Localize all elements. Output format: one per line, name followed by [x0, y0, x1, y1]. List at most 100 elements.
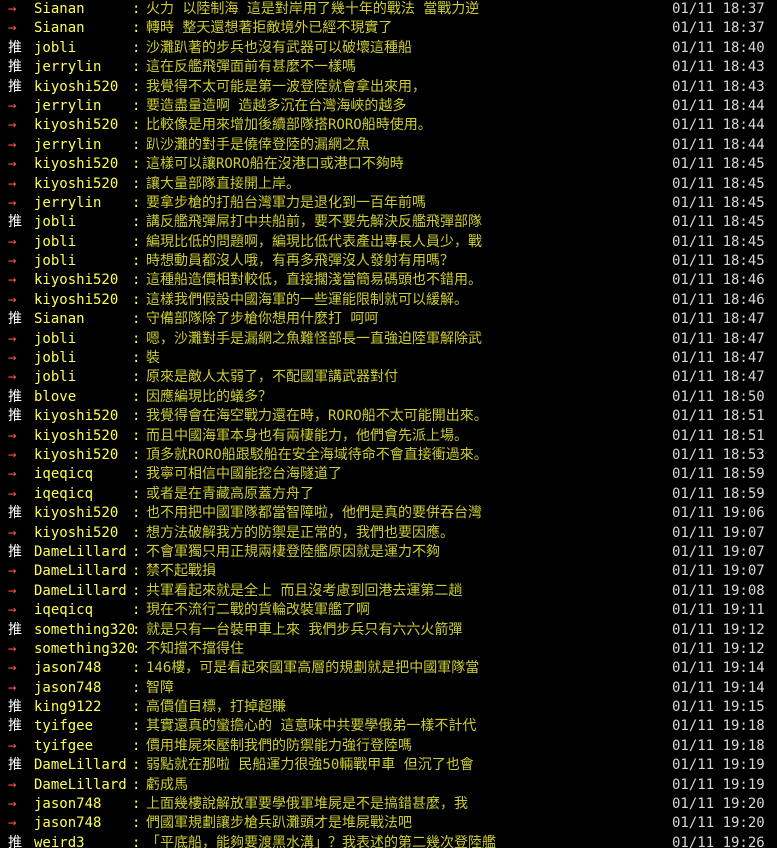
push-tag: 推: [8, 78, 22, 95]
comment-separator: :: [132, 640, 141, 657]
comment-user: something320: [34, 640, 134, 657]
comment-separator: :: [132, 369, 141, 386]
comment-text: 智障: [146, 679, 174, 696]
comment-separator: :: [132, 311, 141, 328]
comment-row: → DameLillard: 共軍看起來就是全上 而且沒考慮到回港去運第二趟 01/1…: [0, 582, 777, 601]
comment-row: → jobli: 裝 01/11 18:47: [0, 349, 777, 368]
comment-row: 推 Sianan: 守備部隊除了步槍你想用什麼打 呵呵 01/11 18:47: [0, 310, 777, 329]
comment-user: kiyoshi520: [34, 427, 119, 444]
comment-text: 要拿步槍的打船台灣軍力是退化到一百年前嗎: [146, 194, 426, 211]
comment-row: → something320: 不知擋不擋得住 01/11 19:12: [0, 640, 777, 659]
comment-row: → jobli: 原來是敵人太弱了，不配國軍講武器對付 01/11 18:47: [0, 368, 777, 387]
comment-user: iqeqicq: [34, 602, 94, 619]
comment-time: 01/11 19:14: [672, 679, 765, 696]
comment-user: jerrylin: [34, 194, 102, 211]
comment-time: 01/11 18:51: [672, 408, 765, 425]
comment-user: tyifgee: [34, 718, 94, 735]
comment-row: → iqeqicq: 或者是在青藏高原蓋方舟了 01/11 18:59: [0, 485, 777, 504]
arrow-tag: →: [8, 330, 17, 347]
comment-time: 01/11 18:44: [672, 117, 765, 134]
comment-time: 01/11 19:15: [672, 699, 765, 716]
comment-text: 146樓，可是看起來國軍高層的規劃就是把中國軍隊當: [146, 660, 480, 677]
comment-user: DameLillard: [34, 582, 127, 599]
comment-separator: :: [132, 136, 141, 153]
arrow-tag: →: [8, 253, 17, 270]
arrow-tag: →: [8, 582, 17, 599]
comment-time: 01/11 18:47: [672, 330, 765, 347]
comment-user: kiyoshi520: [34, 78, 119, 95]
push-tag: 推: [8, 214, 22, 231]
comment-text: 不知擋不擋得住: [146, 640, 244, 657]
comment-separator: :: [132, 621, 141, 638]
comment-time: 01/11 19:12: [672, 621, 765, 638]
comment-row: → jerrylin: 趴沙灘的對手是僥倖登陸的漏網之魚 01/11 18:44: [0, 136, 777, 155]
comment-separator: :: [132, 388, 141, 405]
comment-row: → jason748: 上面幾樓說解放軍要學俄軍堆屍是不是搞錯甚麼，我 01/11 1…: [0, 795, 777, 814]
comment-text: 想方法破解我方的防禦是正常的，我們也要因應。: [146, 524, 454, 541]
comment-row: → DameLillard: 虧成馬 01/11 19:19: [0, 776, 777, 795]
comment-time: 01/11 18:50: [672, 388, 765, 405]
comment-separator: :: [132, 776, 141, 793]
comment-row: → DameLillard: 禁不起戰損 01/11 19:07: [0, 562, 777, 581]
comment-row: 推 kiyoshi520: 我覺得不太可能是第一波登陸就會拿出來用， 01/11 18…: [0, 78, 777, 97]
comment-separator: :: [132, 97, 141, 114]
comment-user: iqeqicq: [34, 466, 94, 483]
comment-time: 01/11 18:44: [672, 97, 765, 114]
comment-row: → jerrylin: 要造盡量造啊 造越多沉在台灣海峽的越多 01/11 18:44: [0, 97, 777, 116]
comment-text: 這樣我們假設中國海軍的一些運能限制就可以緩解。: [146, 291, 468, 308]
comment-text: 這種船造價相對較低，直接擱淺當簡易碼頭也不錯用。: [146, 272, 482, 289]
comment-text: 編現比低的問題啊，編現比低代表產出專長人員少，戰: [146, 233, 482, 250]
comment-user: jobli: [34, 350, 77, 367]
arrow-tag: →: [8, 446, 17, 463]
arrow-tag: →: [8, 776, 17, 793]
comment-separator: :: [132, 39, 141, 56]
comment-time: 01/11 18:46: [672, 291, 765, 308]
comment-text: 比較像是用來增加後續部隊搭RORO船時使用。: [146, 117, 432, 134]
push-tag: 推: [8, 59, 22, 76]
comment-user: DameLillard: [34, 757, 127, 774]
arrow-tag: →: [8, 175, 17, 192]
comment-text: 嗯，沙灘對手是漏網之魚難怪部長一直強迫陸軍解除武: [146, 330, 482, 347]
comment-separator: :: [132, 485, 141, 502]
comment-text: 就是只有一台裝甲車上來 我們步兵只有六六火箭彈: [146, 621, 463, 638]
comment-separator: :: [132, 253, 141, 270]
comment-user: jobli: [34, 330, 77, 347]
comment-separator: :: [132, 272, 141, 289]
arrow-tag: →: [8, 466, 17, 483]
comment-time: 01/11 18:45: [672, 253, 765, 270]
comment-separator: :: [132, 20, 141, 37]
comment-user: DameLillard: [34, 543, 127, 560]
comment-time: 01/11 18:43: [672, 78, 765, 95]
comment-user: blove: [34, 388, 77, 405]
comment-text: 要造盡量造啊 造越多沉在台灣海峽的越多: [146, 97, 407, 114]
push-tag: 推: [8, 699, 22, 716]
comment-user: kiyoshi520: [34, 505, 119, 522]
comment-separator: :: [132, 1, 141, 17]
comment-time: 01/11 19:11: [672, 602, 765, 619]
comment-row: → kiyoshi520: 這樣我們假設中國海軍的一些運能限制就可以緩解。 01/11…: [0, 291, 777, 310]
comment-row: → kiyoshi520: 讓大量部隊直接開上岸。 01/11 18:45: [0, 175, 777, 194]
comment-row: → kiyoshi520: 而且中國海軍本身也有兩棲能力，他們會先派上場。 01/11…: [0, 427, 777, 446]
comment-row: → jobli: 編現比低的問題啊，編現比低代表產出專長人員少，戰 01/11 18:…: [0, 233, 777, 252]
comment-text: 或者是在青藏高原蓋方舟了: [146, 485, 314, 502]
comment-user: kiyoshi520: [34, 524, 119, 541]
comment-user: kiyoshi520: [34, 408, 119, 425]
push-tag: 推: [8, 39, 22, 56]
comment-row: 推 king9122: 高價值目標，打掉超賺 01/11 19:15: [0, 698, 777, 717]
arrow-tag: →: [8, 563, 17, 580]
comment-row: 推 jobli: 講反艦飛彈屌打中共船前，要不要先解決反艦飛彈部隊 01/11 18:…: [0, 213, 777, 232]
comment-user: Sianan: [34, 311, 85, 328]
arrow-tag: →: [8, 291, 17, 308]
comment-time: 01/11 19:18: [672, 737, 765, 754]
arrow-tag: →: [8, 97, 17, 114]
comment-text: 守備部隊除了步槍你想用什麼打 呵呵: [146, 311, 379, 328]
comment-text: 而且中國海軍本身也有兩棲能力，他們會先派上場。: [146, 427, 468, 444]
comment-text: 趴沙灘的對手是僥倖登陸的漏網之魚: [146, 136, 370, 153]
comment-row: 推 kiyoshi520: 我覺得會在海空戰力還在時，RORO船不太可能開出來。 01…: [0, 407, 777, 426]
comment-time: 01/11 18:45: [672, 233, 765, 250]
comment-text: 也不用把中國軍隊都當智障啦，他們是真的要併吞台灣: [146, 505, 482, 522]
comment-user: kiyoshi520: [34, 117, 119, 134]
comment-separator: :: [132, 563, 141, 580]
comment-text: 虧成馬: [146, 776, 188, 793]
comment-time: 01/11 19:06: [672, 505, 765, 522]
